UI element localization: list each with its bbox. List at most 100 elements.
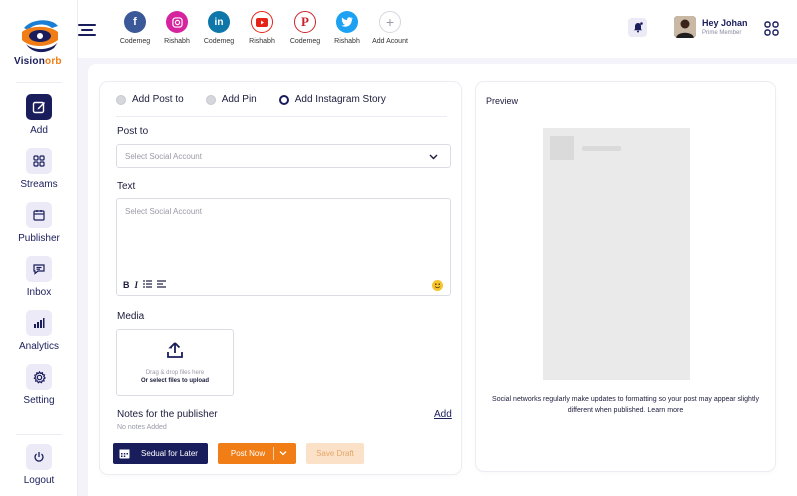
notes-empty-text: No notes Added xyxy=(117,424,167,431)
button-separator xyxy=(273,447,274,460)
composer-card: Add Post to Add Pin Add Instagram Story … xyxy=(100,82,461,474)
account-youtube[interactable]: Rishabh xyxy=(241,11,283,45)
brand-logo[interactable]: Visionorb xyxy=(14,18,66,70)
radio-add-pin[interactable]: Add Pin xyxy=(205,94,257,105)
divider xyxy=(116,116,447,117)
radio-label: Add Pin xyxy=(221,94,257,105)
notification-bell-icon[interactable] xyxy=(628,18,647,37)
calendar-icon xyxy=(119,449,130,459)
youtube-icon xyxy=(251,11,273,33)
chat-icon xyxy=(26,256,52,282)
notes-label: Notes for the publisher xyxy=(117,409,218,420)
post-to-label: Post to xyxy=(117,126,149,137)
brand-name: Visionorb xyxy=(14,56,70,67)
radio-label: Add Post to xyxy=(132,94,184,105)
sidebar-item-setting[interactable]: Setting xyxy=(0,364,78,406)
radio-add-instagram-story[interactable]: Add Instagram Story xyxy=(278,94,386,105)
top-bar: f Codemeg Rishabh in Codemeg Rishabh P C… xyxy=(78,0,797,58)
user-greeting: Hey Johan xyxy=(702,18,748,28)
sidebar-divider xyxy=(16,82,62,83)
user-role: Prime Member xyxy=(702,30,742,36)
select-files-link[interactable]: Or select files to upload xyxy=(117,378,233,384)
twitter-icon xyxy=(336,11,358,33)
preview-line-placeholder xyxy=(582,146,621,151)
bar-chart-icon xyxy=(26,310,52,336)
post-text-input[interactable]: Select Social Account B I xyxy=(116,198,451,296)
account-pinterest[interactable]: P Codemeg xyxy=(284,11,326,45)
sidebar-item-analytics[interactable]: Analytics xyxy=(0,310,78,352)
avatar xyxy=(674,16,696,38)
radio-dot-selected xyxy=(278,94,289,105)
account-label: Codemeg xyxy=(289,38,321,45)
radio-add-post[interactable]: Add Post to xyxy=(116,94,184,105)
schedule-label: Sedual for Later xyxy=(141,449,198,458)
sidebar-item-publisher[interactable]: Publisher xyxy=(0,202,78,244)
bullet-list-icon[interactable] xyxy=(143,280,153,290)
preview-card: Preview Social networks regularly make u… xyxy=(476,82,775,471)
calendar-icon xyxy=(26,202,52,228)
select-placeholder: Select Social Account xyxy=(125,152,202,161)
radio-label: Add Instagram Story xyxy=(294,94,386,105)
account-label: Codemeg xyxy=(119,38,151,45)
visionorb-logo-icon xyxy=(22,20,58,53)
compose-icon xyxy=(26,94,52,120)
emoji-icon[interactable] xyxy=(432,280,443,291)
bold-button[interactable]: B xyxy=(123,280,130,290)
apps-grid-icon[interactable] xyxy=(764,21,779,36)
post-now-button[interactable]: Post Now xyxy=(218,443,296,464)
radio-dot xyxy=(116,94,126,105)
brand-name-part1: Vision xyxy=(14,56,46,67)
text-placeholder: Select Social Account xyxy=(125,207,202,216)
account-label: Rishabh xyxy=(334,38,360,45)
account-instagram[interactable]: Rishabh xyxy=(156,11,198,45)
menu-toggle-icon[interactable] xyxy=(78,24,96,36)
sidebar-item-inbox[interactable]: Inbox xyxy=(0,256,78,298)
italic-button[interactable]: I xyxy=(135,280,139,290)
account-twitter[interactable]: Rishabh xyxy=(326,11,368,45)
format-toolbar: B I xyxy=(123,280,171,290)
post-now-label: Post Now xyxy=(230,449,266,458)
logout-button[interactable]: Logout xyxy=(0,444,78,486)
sidebar: Visionorb Add Streams Publisher Inbox An… xyxy=(0,0,78,496)
preview-thumb-placeholder xyxy=(550,136,574,160)
radio-dot xyxy=(205,94,216,105)
facebook-icon: f xyxy=(124,11,146,33)
media-label: Media xyxy=(117,311,145,322)
preview-placeholder xyxy=(543,128,690,380)
account-linkedin[interactable]: in Codemeg xyxy=(198,11,240,45)
sidebar-item-label: Publisher xyxy=(18,233,60,244)
upload-icon xyxy=(167,342,183,358)
main-content: Add Post to Add Pin Add Instagram Story … xyxy=(88,64,797,496)
chevron-down-icon[interactable] xyxy=(278,448,288,458)
sidebar-item-streams[interactable]: Streams xyxy=(0,148,78,190)
account-label: Codemeg xyxy=(203,38,235,45)
text-label: Text xyxy=(117,181,136,192)
save-draft-button[interactable]: Save Draft xyxy=(306,443,364,464)
add-account-button[interactable]: + Add Acount xyxy=(369,11,411,45)
sidebar-item-add[interactable]: Add xyxy=(0,94,78,136)
media-dropzone[interactable]: Drag & drop files here Or select files t… xyxy=(116,329,234,396)
account-label: Rishabh xyxy=(249,38,275,45)
sidebar-item-label: Setting xyxy=(23,395,55,406)
drop-hint: Drag & drop files here xyxy=(145,370,205,376)
sidebar-item-label: Streams xyxy=(20,179,58,190)
sidebar-item-label: Add xyxy=(30,125,48,136)
add-note-link[interactable]: Add xyxy=(434,409,452,420)
brand-name-part2: orb xyxy=(45,56,62,67)
preview-title: Preview xyxy=(486,96,519,106)
sidebar-divider xyxy=(16,434,62,435)
grid-icon xyxy=(26,148,52,174)
instagram-icon xyxy=(166,11,188,33)
schedule-later-button[interactable]: Sedual for Later xyxy=(113,443,208,464)
preview-note: Social networks regularly make updates t… xyxy=(492,396,759,414)
gear-icon xyxy=(26,364,52,390)
logout-label: Logout xyxy=(23,475,55,486)
pinterest-icon: P xyxy=(294,11,316,33)
align-list-icon[interactable] xyxy=(157,280,167,290)
social-account-select[interactable]: Select Social Account xyxy=(116,144,451,168)
account-label: Rishabh xyxy=(164,38,190,45)
sidebar-item-label: Analytics xyxy=(18,341,59,352)
user-menu[interactable]: Hey Johan Prime Member xyxy=(674,16,754,40)
linkedin-icon: in xyxy=(208,11,230,33)
account-facebook[interactable]: f Codemeg xyxy=(114,11,156,45)
